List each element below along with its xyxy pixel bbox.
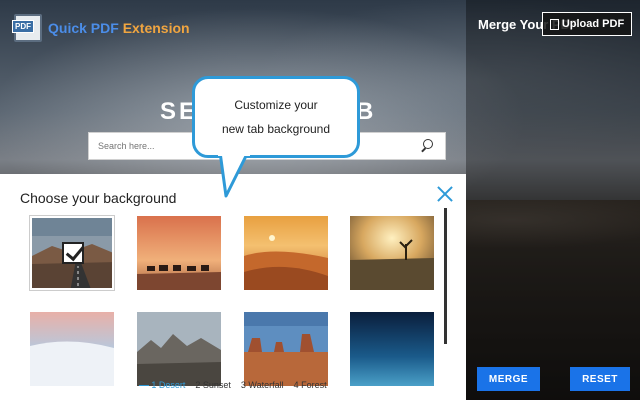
tab-forest[interactable]: 4 Forest — [294, 380, 327, 390]
app-logo[interactable]: PDF Quick PDF Extension — [12, 14, 190, 42]
file-icon — [549, 18, 559, 30]
search-icon[interactable] — [419, 136, 439, 156]
thumbnail-desert-road[interactable] — [29, 215, 115, 291]
close-icon[interactable] — [437, 186, 453, 202]
thumbnail-sand-dunes-sunset[interactable] — [244, 216, 328, 290]
thumbnail-joshua-tree[interactable] — [350, 216, 434, 290]
merge-panel-overlay — [466, 0, 640, 400]
logo-badge: PDF — [12, 20, 34, 33]
upload-label: Upload PDF — [561, 18, 625, 30]
checkmark-icon — [62, 242, 84, 264]
chooser-title: Choose your background — [20, 190, 177, 206]
thumbnail-camel-caravan[interactable] — [137, 216, 221, 290]
tab-desert[interactable]: 1 Desert — [139, 380, 185, 390]
tooltip-tail — [218, 152, 250, 198]
tooltip-line-1: Customize your — [234, 98, 318, 112]
tooltip-bubble: Customize your new tab background — [192, 76, 360, 158]
camel-caravan-image — [137, 216, 221, 290]
scrollbar[interactable] — [444, 208, 447, 344]
tab-waterfall[interactable]: 3 Waterfall — [241, 380, 284, 390]
upload-pdf-button[interactable]: Upload PDF — [542, 12, 632, 36]
logo-text: Quick PDF Extension — [48, 20, 190, 36]
tooltip-line-2: new tab background — [221, 122, 331, 136]
reset-button[interactable]: RESET — [570, 367, 630, 391]
category-tabs: 1 Desert 2 Sunset 3 Waterfall 4 Forest — [0, 370, 466, 400]
background-chooser-panel: Choose your background 1 Desert 2 Sunset… — [0, 174, 466, 400]
merge-button[interactable]: MERGE — [477, 367, 540, 391]
logo-ext: Extension — [122, 20, 190, 36]
sand-dunes-image — [244, 216, 328, 290]
pdf-logo-icon: PDF — [12, 14, 42, 42]
joshua-tree-image — [350, 216, 434, 290]
logo-name: Quick PDF — [48, 20, 119, 36]
tab-sunset[interactable]: 2 Sunset — [195, 380, 231, 390]
